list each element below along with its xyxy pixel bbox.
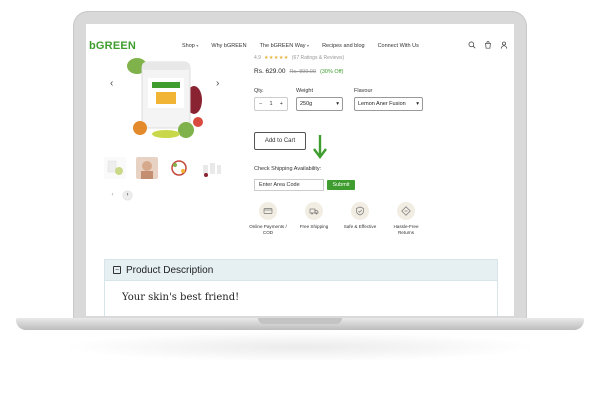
gallery-next-arrow[interactable]: › (216, 78, 219, 89)
nav-item-connect[interactable]: Connect With Us (378, 43, 419, 49)
nav-item-shop[interactable]: Shop ▾ (182, 43, 198, 49)
quantity-stepper[interactable]: − 1 + (254, 97, 288, 111)
description-title: Product Description (126, 264, 214, 276)
current-price: Rs. 629.00 (254, 68, 286, 75)
return-icon (397, 202, 415, 220)
user-icon[interactable] (500, 41, 508, 49)
product-image (127, 58, 203, 138)
chevron-down-icon: ▾ (416, 101, 419, 107)
feature-label: Online Payments / COD (249, 224, 287, 236)
feature-item: Free Shipping (294, 202, 334, 236)
product-description-header[interactable]: − Product Description (104, 259, 498, 281)
chevron-down-icon: ▾ (307, 43, 310, 48)
main-nav: Shop ▾ Why bGREEN The bGREEN Way ▾ Recip… (182, 43, 419, 49)
nav-item-bgreen-way[interactable]: The bGREEN Way ▾ (260, 43, 310, 49)
nav-item-recipes[interactable]: Recipes and blog (322, 43, 365, 49)
nav-item-label: Shop (182, 43, 195, 49)
nav-item-why-bgreen[interactable]: Why bGREEN (211, 43, 246, 49)
thumbnail-next-icon[interactable]: › (123, 191, 132, 200)
nav-item-label: The bGREEN Way (259, 43, 306, 49)
thumbnail-1[interactable] (104, 157, 126, 179)
feature-label: Hassle-Free Returns (393, 224, 419, 236)
rating-count[interactable]: (67 Ratings & Reviews) (292, 55, 344, 61)
thumbnail-nav: ‹ › (108, 191, 132, 200)
flavour-select[interactable]: Lemon Aner Fusion ▾ (354, 97, 423, 111)
chevron-down-icon: ▾ (196, 43, 199, 48)
feature-label: Safe & Effective (343, 224, 377, 229)
quantity-value: 1 (269, 101, 273, 107)
card-icon (259, 202, 277, 220)
laptop-shadow (60, 332, 540, 362)
gallery-prev-arrow[interactable]: ‹ (110, 78, 113, 89)
price-line: Rs. 629.00 Rs. 899.00 (30% Off) (254, 68, 343, 75)
feature-item: Hassle-Free Returns (386, 202, 426, 236)
laptop-screen: bGREEN Shop ▾ Why bGREEN The bGREEN Way … (86, 24, 514, 316)
truck-icon (305, 202, 323, 220)
thumbnail-4[interactable] (200, 157, 222, 179)
thumbnail-2[interactable] (136, 157, 158, 179)
header-icons (468, 41, 508, 49)
weight-label: Weight (296, 88, 314, 94)
feature-item: Safe & Effective (340, 202, 380, 236)
search-icon[interactable] (468, 41, 476, 49)
weight-value: 250g (300, 101, 313, 107)
rating-line: 4.9 ★★★★★ (67 Ratings & Reviews) (254, 55, 344, 61)
shipping-label: Check Shipping Availability: (254, 166, 322, 172)
area-code-input[interactable]: Enter Area Code (254, 179, 324, 191)
qty-label: Qty. (254, 88, 264, 94)
flavour-value: Lemon Aner Fusion (358, 101, 406, 107)
weight-select[interactable]: 250g ▾ (296, 97, 343, 111)
thumbnail-prev-icon[interactable]: ‹ (108, 191, 117, 200)
flavour-label: Flavour (354, 88, 373, 94)
feature-row: Online Payments / COD Free Shipping Safe… (248, 202, 426, 236)
feature-label: Free Shipping (299, 224, 329, 229)
star-rating-icon: ★★★★★ (263, 55, 289, 61)
add-to-cart-button[interactable]: Add to Cart (254, 132, 306, 150)
laptop-notch (258, 318, 342, 324)
minus-icon[interactable]: − (259, 101, 262, 107)
thumbnail-strip (104, 157, 222, 179)
rating-value: 4.9 (254, 55, 261, 61)
discount-badge: (30% Off) (320, 69, 344, 75)
old-price: Rs. 899.00 (289, 69, 317, 75)
chevron-down-icon: ▾ (336, 101, 339, 107)
shield-icon (351, 202, 369, 220)
thumbnail-3[interactable] (168, 157, 190, 179)
submit-button[interactable]: Submit (327, 180, 355, 190)
description-subtitle: Your skin's best friend! (122, 292, 240, 303)
collapse-icon[interactable]: − (113, 266, 121, 274)
feature-item: Online Payments / COD (248, 202, 288, 236)
cart-icon[interactable] (484, 41, 492, 49)
brand-logo[interactable]: bGREEN (89, 40, 136, 52)
plus-icon[interactable]: + (280, 101, 283, 107)
arrow-down-icon (313, 135, 327, 159)
